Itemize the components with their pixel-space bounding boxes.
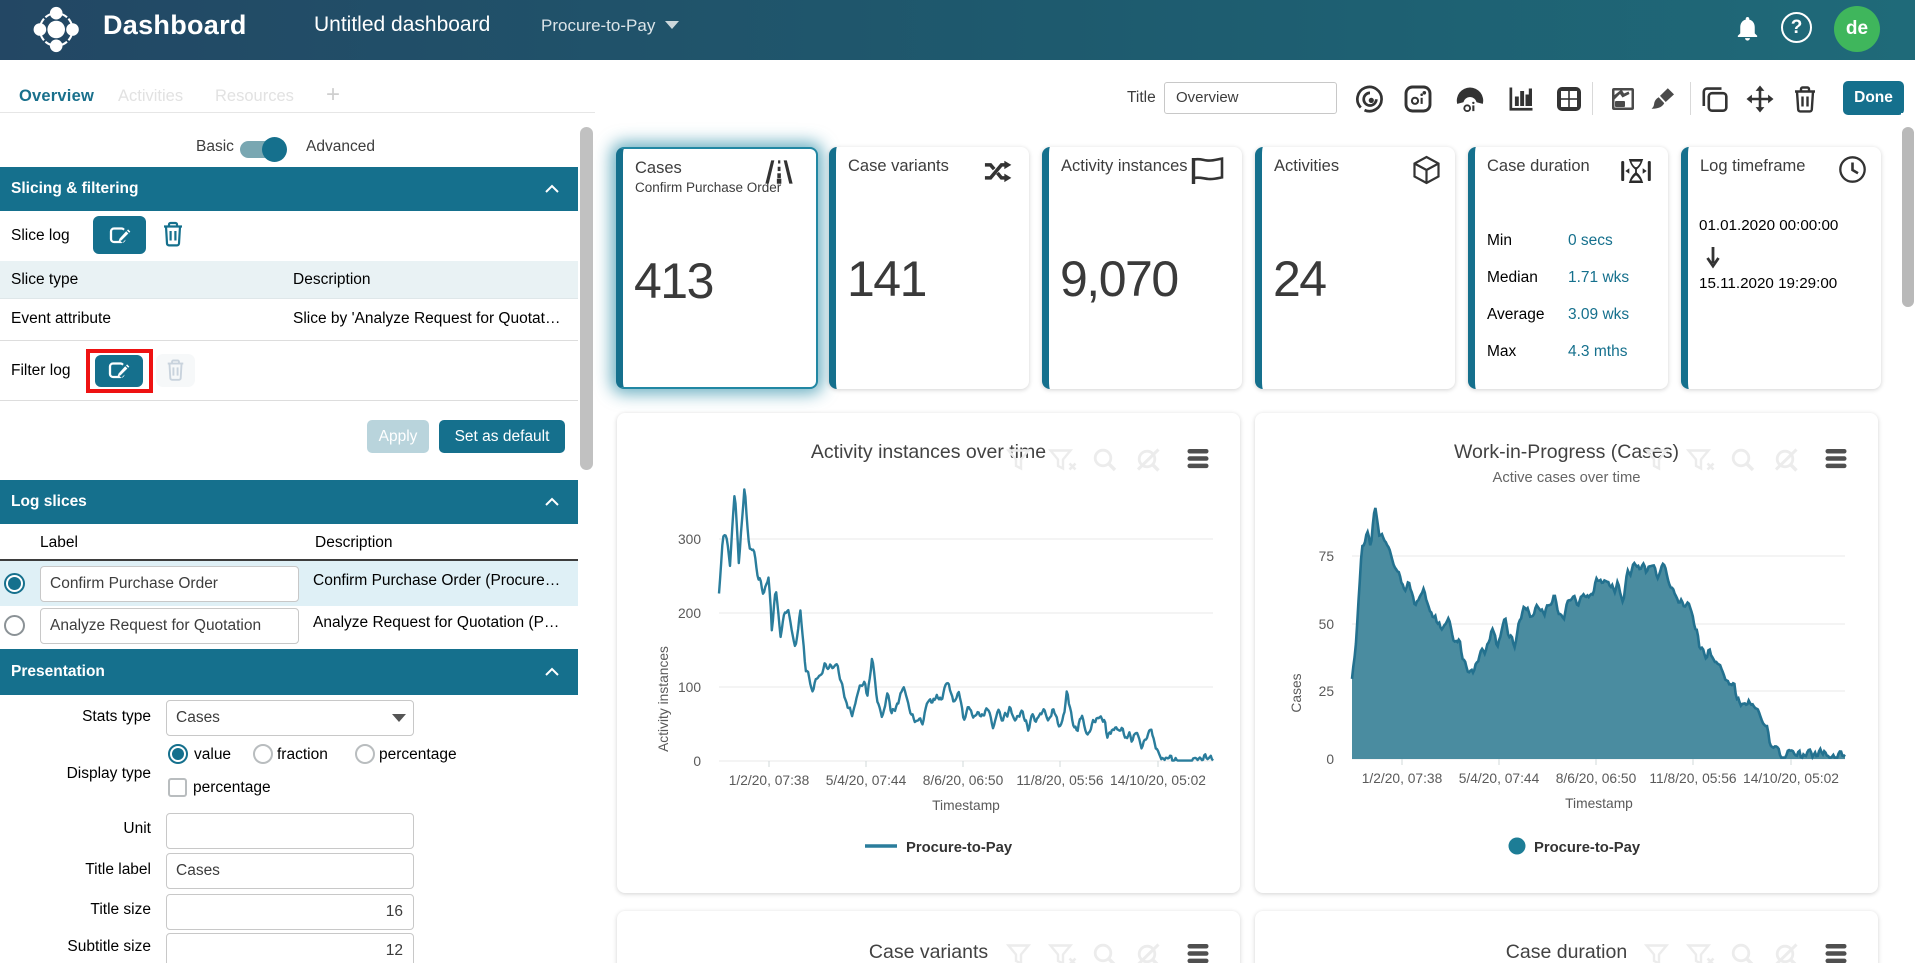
svg-text:5/4/20, 07:44: 5/4/20, 07:44 [1459,771,1540,786]
svg-text:200: 200 [678,606,701,621]
svg-text:8/6/20, 06:50: 8/6/20, 06:50 [1556,771,1637,786]
svg-text:Procure-to-Pay: Procure-to-Pay [1534,840,1641,856]
svg-text:5/4/20, 07:44: 5/4/20, 07:44 [826,773,907,788]
svg-text:25: 25 [1319,684,1335,699]
svg-text:11/8/20, 05:56: 11/8/20, 05:56 [1649,771,1737,786]
svg-text:100: 100 [678,680,701,695]
svg-text:75: 75 [1319,549,1335,564]
svg-text:14/10/20, 05:02: 14/10/20, 05:02 [1743,771,1839,786]
svg-text:0: 0 [1326,752,1334,767]
svg-text:1/2/20, 07:38: 1/2/20, 07:38 [729,773,810,788]
svg-text:8/6/20, 06:50: 8/6/20, 06:50 [923,773,1004,788]
svg-text:Activity instances: Activity instances [656,646,671,752]
svg-text:Cases: Cases [1289,673,1304,712]
svg-text:Timestamp: Timestamp [932,798,1000,813]
svg-text:Timestamp: Timestamp [1565,796,1633,811]
svg-text:11/8/20, 05:56: 11/8/20, 05:56 [1016,773,1104,788]
svg-text:300: 300 [678,532,701,547]
svg-text:1/2/20, 07:38: 1/2/20, 07:38 [1362,771,1443,786]
svg-text:0: 0 [693,754,701,769]
svg-text:50: 50 [1319,617,1335,632]
svg-text:14/10/20, 05:02: 14/10/20, 05:02 [1110,773,1206,788]
svg-text:Procure-to-Pay: Procure-to-Pay [906,840,1013,856]
